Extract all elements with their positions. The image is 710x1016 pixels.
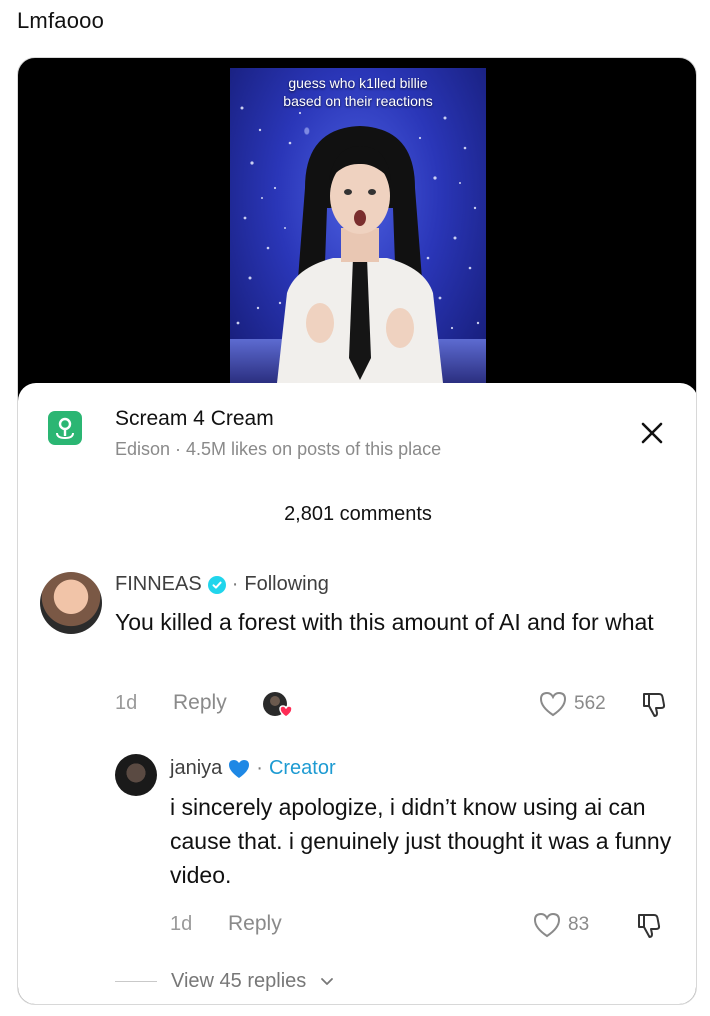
- comment-age: 1d: [170, 913, 193, 935]
- separator-dot: ·: [256, 757, 263, 779]
- blue-heart-emoji-icon: [229, 759, 250, 778]
- comment-author[interactable]: janiya: [170, 757, 222, 780]
- like-button[interactable]: 562: [538, 690, 606, 718]
- overlay-line-2: based on their reactions: [283, 93, 433, 109]
- place-title[interactable]: Scream 4 Cream: [115, 407, 274, 431]
- comments-sheet: Scream 4 Cream Edison · 4.5M likes on po…: [18, 383, 696, 1004]
- place-subtitle: Edison · 4.5M likes on posts of this pla…: [115, 439, 442, 459]
- reply-button[interactable]: Reply: [173, 691, 227, 715]
- heart-icon: [533, 912, 561, 938]
- comment-author[interactable]: FINNEAS: [115, 573, 202, 596]
- video-overlay-text: guess who k1lled billie based on their r…: [230, 74, 486, 110]
- view-replies-button[interactable]: View 45 replies: [115, 970, 334, 993]
- avatar[interactable]: [115, 754, 157, 796]
- heart-icon: [539, 691, 567, 717]
- person-illustration: [277, 126, 443, 383]
- dislike-icon[interactable]: [635, 911, 663, 939]
- view-replies-label: View 45 replies: [171, 970, 307, 992]
- comment-author-row: janiya · Creator: [170, 757, 336, 780]
- post-caption: Lmfaooo: [17, 8, 105, 33]
- like-count: 83: [568, 914, 590, 935]
- like-count: 562: [574, 693, 606, 714]
- following-label: Following: [244, 573, 329, 595]
- creator-badge: Creator: [268, 757, 336, 779]
- video-thumbnail[interactable]: guess who k1lled billie based on their r…: [230, 68, 486, 383]
- comment-text: You killed a forest with this amount of …: [115, 609, 654, 635]
- comment-author-row: FINNEAS · Following: [115, 573, 329, 596]
- map-pin-icon[interactable]: [48, 411, 82, 445]
- like-button[interactable]: 83: [532, 911, 589, 939]
- avatar[interactable]: [40, 572, 102, 634]
- dislike-icon[interactable]: [640, 690, 668, 718]
- reply-button[interactable]: Reply: [228, 912, 282, 936]
- chevron-down-icon: [321, 977, 334, 985]
- close-icon[interactable]: [638, 419, 666, 447]
- comment-text: i sincerely apologize, i didn’t know usi…: [170, 794, 672, 888]
- tiktok-screenshot-card: guess who k1lled billie based on their r…: [17, 57, 697, 1005]
- divider-line: [115, 981, 157, 982]
- overlay-line-1: guess who k1lled billie: [288, 75, 428, 91]
- creator-liked-icon: [263, 692, 293, 718]
- comment-count: 2,801 comments: [284, 503, 432, 525]
- comment-age: 1d: [115, 692, 138, 714]
- verified-badge-icon: [207, 575, 226, 594]
- separator-dot: ·: [231, 573, 239, 595]
